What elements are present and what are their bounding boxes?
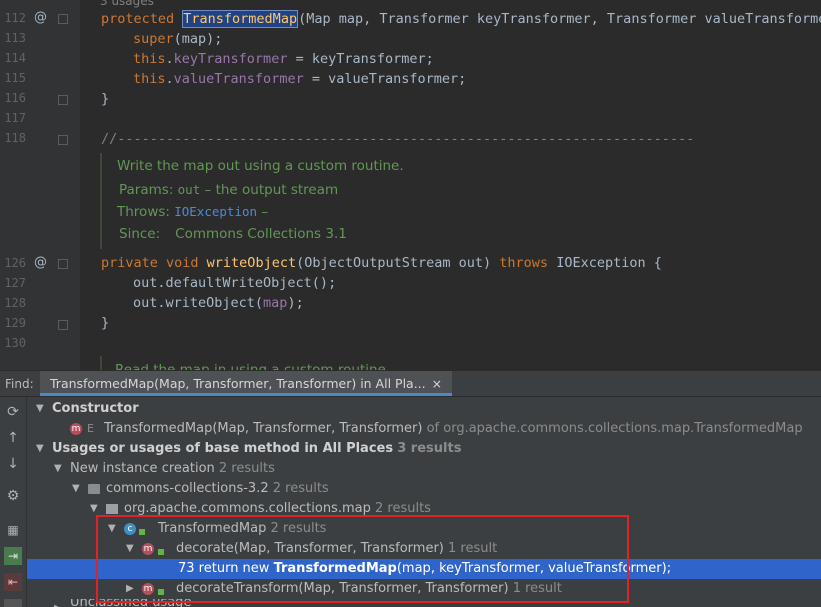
export-icon[interactable]: ⇤ xyxy=(4,573,22,591)
ioexception-link[interactable]: IOException xyxy=(174,204,257,219)
line-number: 112 xyxy=(4,11,26,25)
highlight-box xyxy=(96,515,629,603)
line-number: 116 xyxy=(4,91,26,105)
rerun-icon[interactable]: ⟳ xyxy=(4,403,22,421)
fold-icon[interactable] xyxy=(58,135,68,145)
group-icon[interactable]: ▦ xyxy=(4,521,22,539)
line-number: 117 xyxy=(4,111,26,125)
up-arrow-icon[interactable]: ↑ xyxy=(4,429,22,447)
code-line[interactable]: } xyxy=(101,314,109,332)
method-icon: m xyxy=(70,423,82,435)
line-number: 128 xyxy=(4,296,26,310)
chevron-down-icon[interactable]: ▼ xyxy=(36,399,44,419)
down-arrow-icon[interactable]: ↓ xyxy=(4,455,22,473)
line-number: 129 xyxy=(4,316,26,330)
code-comment[interactable]: //--------------------------------------… xyxy=(101,130,694,148)
chevron-down-icon[interactable]: ▼ xyxy=(36,439,44,459)
highlighted-symbol: TransformedMap xyxy=(182,10,299,28)
tree-node-new-instance[interactable]: ▼ New instance creation 2 results xyxy=(27,459,821,479)
line-number: 126 xyxy=(4,256,26,270)
line-number: 130 xyxy=(4,336,26,350)
code-line[interactable]: out.writeObject(map); xyxy=(133,294,304,312)
override-annotation-icon[interactable]: @ xyxy=(34,10,47,25)
folder-icon xyxy=(88,484,100,494)
code-line[interactable]: } xyxy=(101,90,109,108)
code-line[interactable]: this.keyTransformer = keyTransformer; xyxy=(133,50,434,68)
find-tab-bar: Find: TransformedMap(Map, Transformer, T… xyxy=(0,371,821,397)
line-number: 113 xyxy=(4,31,26,45)
tree-node-usages[interactable]: ▼ Usages or usages of base method in All… xyxy=(27,439,821,459)
chevron-down-icon[interactable]: ▼ xyxy=(54,459,62,479)
tree-node-module[interactable]: ▼ commons-collections-3.2 2 results xyxy=(27,479,821,499)
merge-icon[interactable]: ⇥ xyxy=(4,547,22,565)
line-number: 114 xyxy=(4,51,26,65)
javadoc-bar xyxy=(100,356,102,370)
code-line[interactable]: out.defaultWriteObject(); xyxy=(133,274,336,292)
find-tab-title: TransformedMap(Map, Transformer, Transfo… xyxy=(50,376,426,391)
javadoc-params: Params: out – the output stream xyxy=(119,182,339,198)
code-line[interactable]: this.valueTransformer = valueTransformer… xyxy=(133,70,466,88)
code-editor[interactable]: 3 usages 112 @ 113 114 115 116 117 118 1… xyxy=(0,0,821,370)
line-number: 127 xyxy=(4,276,26,290)
find-tab[interactable]: TransformedMap(Map, Transformer, Transfo… xyxy=(40,371,453,396)
fold-icon[interactable] xyxy=(58,14,68,24)
javadoc-cut: Read the map in using a custom routine. xyxy=(115,362,391,370)
more-icon[interactable] xyxy=(4,599,22,607)
code-line[interactable]: private void writeObject(ObjectOutputStr… xyxy=(101,254,662,272)
javadoc-since: Since: Commons Collections 3.1 xyxy=(119,226,347,242)
tree-node-ctor[interactable]: m ⴹ TransformedMap(Map, Transformer, Tra… xyxy=(27,419,821,439)
package-icon xyxy=(106,504,118,514)
fold-icon[interactable] xyxy=(58,259,68,269)
code-line[interactable]: protected TransformedMap(Map map, Transf… xyxy=(101,10,821,28)
line-number: 115 xyxy=(4,71,26,85)
settings-icon[interactable]: ⚙ xyxy=(4,487,22,505)
find-toolbar: ⟳ ↑ ↓ ⚙ ▦ ⇥ ⇤ xyxy=(0,397,27,607)
tree-node-constructor[interactable]: ▼ Constructor xyxy=(27,399,821,419)
code-line[interactable]: super(map); xyxy=(133,30,222,48)
usages-hint[interactable]: 3 usages xyxy=(100,0,154,10)
fold-icon[interactable] xyxy=(58,320,68,330)
override-annotation-icon[interactable]: @ xyxy=(34,255,47,270)
javadoc-description: Write the map out using a custom routine… xyxy=(117,158,404,174)
chevron-right-icon[interactable]: ▶ xyxy=(54,599,62,607)
find-label: Find: xyxy=(5,377,34,391)
line-number: 118 xyxy=(4,131,26,145)
close-icon[interactable]: × xyxy=(432,376,442,391)
chevron-down-icon[interactable]: ▼ xyxy=(72,479,80,499)
fold-icon[interactable] xyxy=(58,95,68,105)
javadoc-throws: Throws: IOException – xyxy=(117,204,269,220)
rendered-javadoc[interactable]: Write the map out using a custom routine… xyxy=(100,153,502,249)
pin-icon: ⴹ xyxy=(87,422,94,435)
